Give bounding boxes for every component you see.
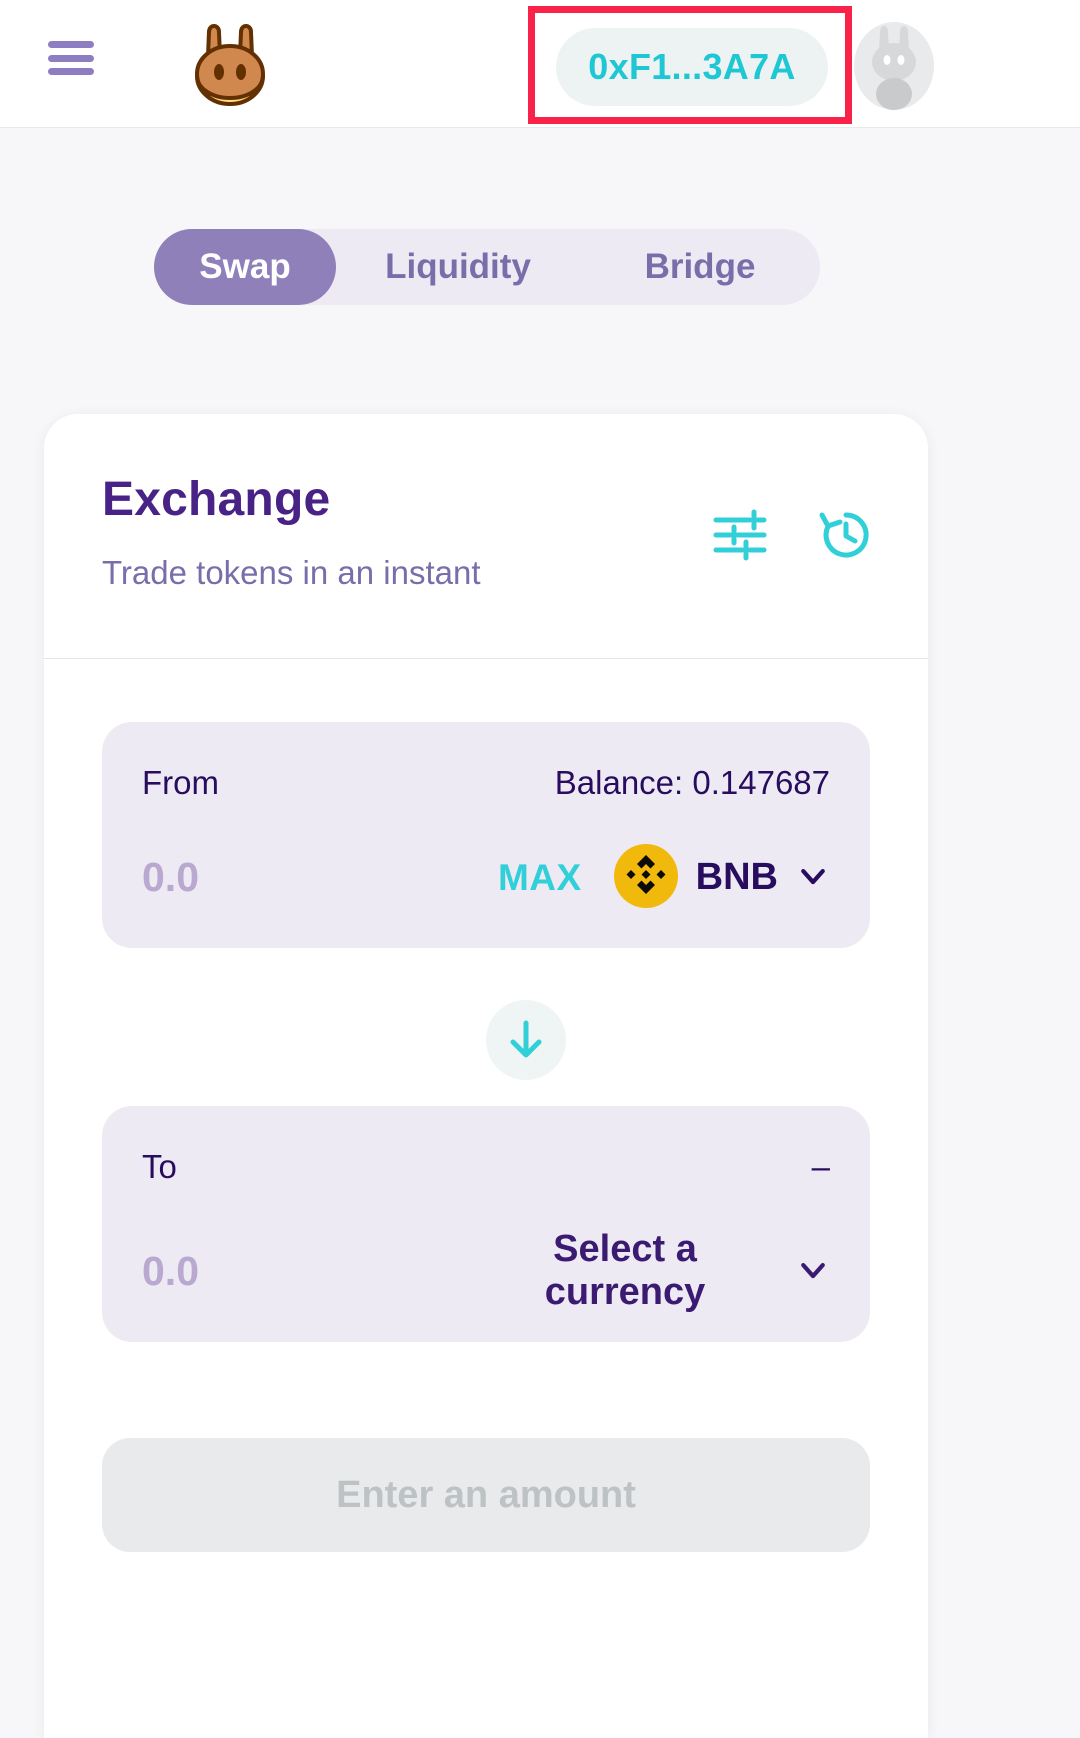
page-subtitle: Trade tokens in an instant: [102, 554, 481, 592]
from-token-select-button[interactable]: BNB: [614, 844, 830, 911]
switch-tokens-button[interactable]: [486, 1000, 566, 1080]
chevron-down-icon: [796, 859, 830, 896]
wallet-address-button[interactable]: 0xF1...3A7A: [556, 28, 828, 106]
from-token-symbol: BNB: [696, 856, 778, 899]
from-panel-top-row: From Balance: 0.147687: [142, 764, 830, 802]
from-panel-bottom-row: MAX: [142, 844, 830, 911]
from-label: From: [142, 764, 219, 802]
to-token-panel: To – Select a currency: [102, 1106, 870, 1342]
settings-sliders-icon[interactable]: [712, 507, 768, 563]
from-panel-controls: MAX: [498, 844, 830, 911]
to-panel-bottom-row: Select a currency: [142, 1228, 830, 1314]
page-title: Exchange: [102, 472, 330, 527]
to-token-select-button[interactable]: Select a currency: [472, 1228, 830, 1314]
to-balance: –: [812, 1148, 830, 1186]
tab-swap[interactable]: Swap: [154, 229, 336, 305]
history-clock-icon[interactable]: [818, 507, 874, 563]
pancakeswap-bunny-logo[interactable]: [178, 12, 282, 116]
bunny-avatar-icon[interactable]: [852, 18, 936, 110]
exchange-card: Exchange Trade tokens in an instant: [44, 414, 928, 1738]
from-amount-input[interactable]: [142, 854, 472, 901]
swap-nav-tabs: Swap Liquidity Bridge: [154, 229, 820, 305]
card-divider: [44, 658, 928, 659]
card-header-actions: [712, 507, 874, 563]
arrow-down-icon: [504, 1017, 548, 1064]
chevron-down-icon: [796, 1253, 830, 1290]
binance-coin-icon: [614, 844, 678, 911]
app-root: 0xF1...3A7A Swap Liquidity Bridge Exchan…: [0, 0, 1080, 1738]
to-label: To: [142, 1148, 177, 1186]
tab-bridge[interactable]: Bridge: [580, 229, 820, 305]
app-header: 0xF1...3A7A: [0, 0, 1080, 128]
tab-liquidity[interactable]: Liquidity: [336, 229, 580, 305]
to-amount-input[interactable]: [142, 1248, 472, 1295]
from-balance: Balance: 0.147687: [555, 764, 830, 802]
enter-amount-button[interactable]: Enter an amount: [102, 1438, 870, 1552]
select-currency-label: Select a currency: [472, 1228, 778, 1314]
hamburger-menu-icon[interactable]: [48, 36, 96, 80]
to-panel-top-row: To –: [142, 1148, 830, 1186]
from-token-panel: From Balance: 0.147687 MAX: [102, 722, 870, 948]
exchange-card-header: Exchange Trade tokens in an instant: [44, 414, 928, 658]
max-button[interactable]: MAX: [498, 857, 582, 899]
